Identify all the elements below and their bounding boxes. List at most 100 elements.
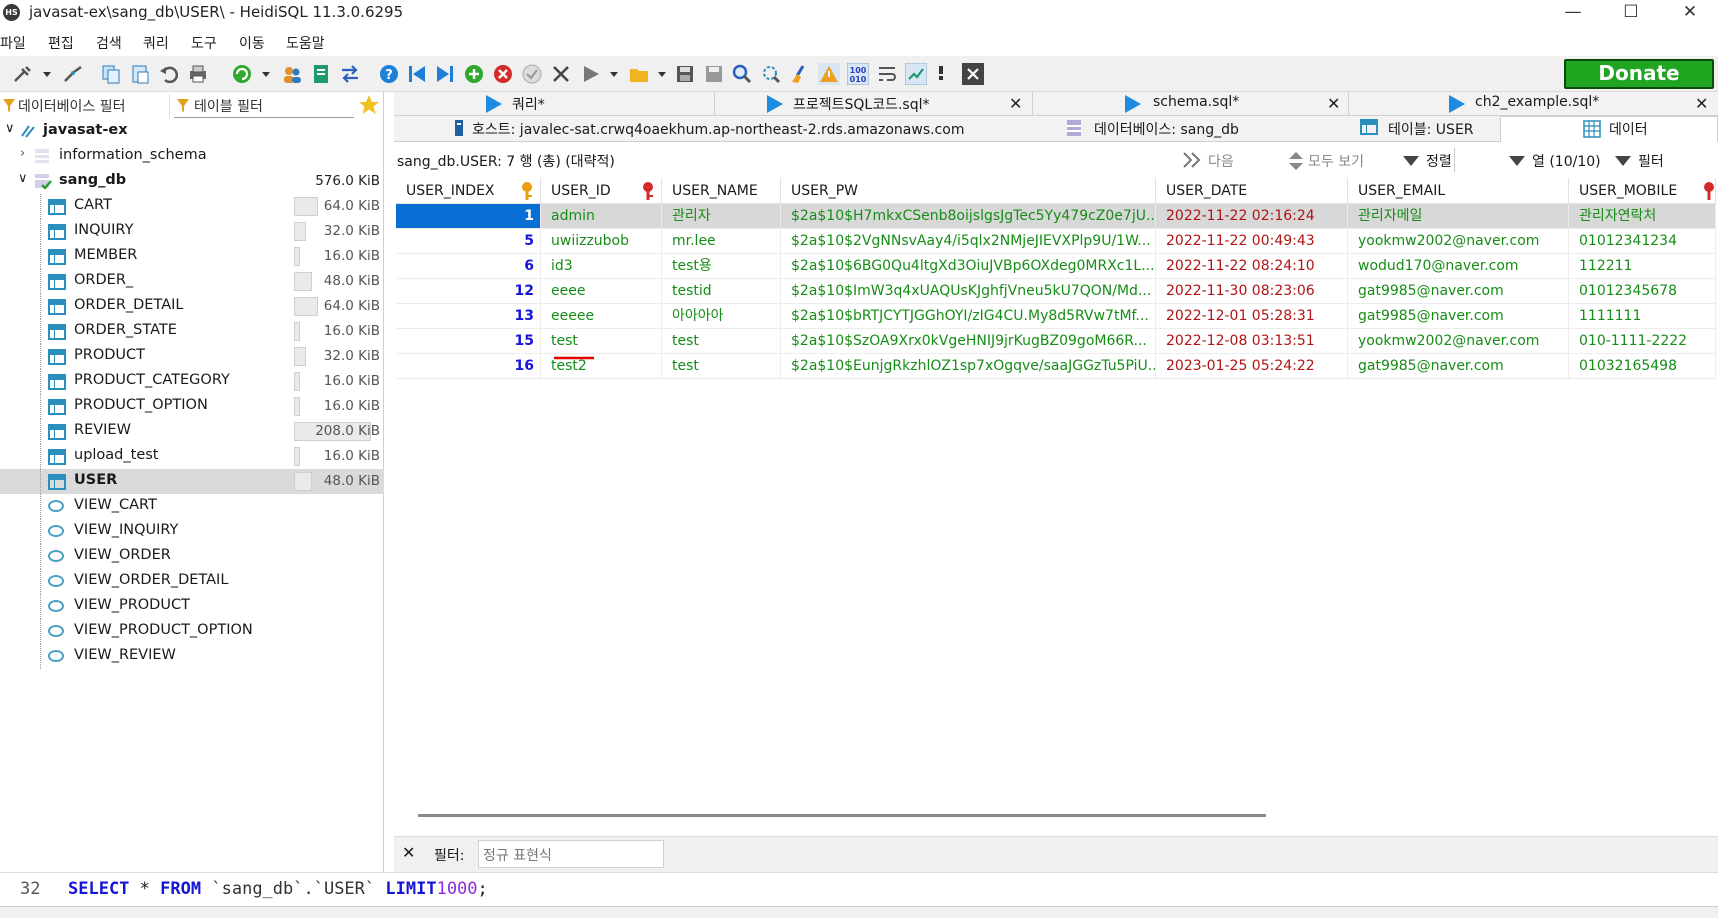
- close-tab-icon[interactable]: ✕: [1009, 94, 1022, 113]
- comment-icon[interactable]: [934, 63, 948, 85]
- cell-user-index[interactable]: 6: [396, 254, 541, 279]
- cell-user-date[interactable]: 2022-12-08 03:13:51: [1156, 329, 1348, 354]
- tree-item-product[interactable]: PRODUCT 32.0 KiB: [0, 344, 384, 369]
- cell-user-name[interactable]: 아아아아: [662, 304, 781, 329]
- cell-user-name[interactable]: testid: [662, 279, 781, 304]
- cell-user-date[interactable]: 2022-11-22 02:16:24: [1156, 204, 1348, 229]
- tree-item-member[interactable]: MEMBER 16.0 KiB: [0, 244, 384, 269]
- cell-user-index[interactable]: 5: [396, 229, 541, 254]
- cell-user-mobile[interactable]: 01012341234: [1569, 229, 1716, 254]
- minimize-button[interactable]: —: [1545, 0, 1601, 26]
- cell-user-mobile[interactable]: 1111111: [1569, 304, 1716, 329]
- menu-tools[interactable]: 도구: [191, 33, 217, 53]
- menu-goto[interactable]: 이동: [239, 33, 265, 53]
- maximize-button[interactable]: ☐: [1603, 0, 1659, 26]
- table-row[interactable]: 12 eeee testid $2a$10$ImW3q4xUAQUsKJghfjVne…: [396, 279, 1716, 304]
- tree-item-view-order-detail[interactable]: VIEW_ORDER_DETAIL: [0, 569, 384, 594]
- tree-connection-javasat-ex[interactable]: ∨ javasat-ex: [0, 119, 384, 144]
- user-manager-icon[interactable]: [281, 63, 303, 85]
- close-tab-icon[interactable]: ✕: [1327, 94, 1340, 113]
- copy-icon[interactable]: [100, 63, 122, 85]
- dropdown-icon[interactable]: [607, 63, 621, 85]
- last-record-icon[interactable]: [434, 63, 456, 85]
- cell-user-email[interactable]: gat9985@naver.com: [1348, 304, 1569, 329]
- database-filter-input[interactable]: 데이터베이스 필터: [0, 94, 170, 118]
- tab-ch2-example[interactable]: ch2_example.sql* ✕: [1348, 92, 1718, 116]
- cell-user-email[interactable]: gat9985@naver.com: [1348, 354, 1569, 379]
- connect-icon[interactable]: [12, 63, 34, 85]
- tree-database-information-schema[interactable]: › information_schema: [0, 144, 384, 169]
- cell-user-index[interactable]: 15: [396, 329, 541, 354]
- close-filter-icon[interactable]: ✕: [402, 843, 415, 862]
- undo-icon[interactable]: [158, 63, 180, 85]
- tree-item-view-product-option[interactable]: VIEW_PRODUCT_OPTION: [0, 619, 384, 644]
- find-icon[interactable]: [731, 63, 753, 85]
- tree-item-cart[interactable]: CART 64.0 KiB: [0, 194, 384, 219]
- collapse-chevron-icon[interactable]: ∨: [18, 171, 28, 186]
- warning-icon[interactable]: [818, 63, 840, 85]
- print-icon[interactable]: [187, 63, 209, 85]
- cell-user-index[interactable]: 16: [396, 354, 541, 379]
- menu-file[interactable]: 파일: [0, 33, 26, 53]
- cell-user-id[interactable]: uwiizzubob: [541, 229, 662, 254]
- cell-user-mobile[interactable]: 01032165498: [1569, 354, 1716, 379]
- menu-edit[interactable]: 편집: [48, 33, 74, 53]
- column-header-user-index[interactable]: USER_INDEX: [396, 178, 541, 204]
- cell-user-email[interactable]: yookmw2002@naver.com: [1348, 229, 1569, 254]
- cell-user-id[interactable]: admin: [541, 204, 662, 229]
- sync-icon[interactable]: [905, 63, 927, 85]
- horizontal-scrollbar[interactable]: [418, 814, 1266, 817]
- cell-user-name[interactable]: 관리자: [662, 204, 781, 229]
- table-row[interactable]: 15 test test $2a$10$SzOA9Xrx0kVgeHNIJ9jrKug…: [396, 329, 1716, 354]
- cell-user-date[interactable]: 2022-11-30 08:23:06: [1156, 279, 1348, 304]
- save-icon[interactable]: [674, 63, 696, 85]
- table-row[interactable]: 6 id3 test용 $2a$10$6BG0Qu4ltgXd3OiuJVBp6OXd…: [396, 254, 1716, 279]
- transfer-icon[interactable]: [339, 63, 361, 85]
- menu-search[interactable]: 검색: [96, 33, 122, 53]
- disconnect-icon[interactable]: [62, 63, 84, 85]
- tree-item-product-category[interactable]: PRODUCT_CATEGORY 16.0 KiB: [0, 369, 384, 394]
- column-header-user-email[interactable]: USER_EMAIL: [1348, 178, 1569, 204]
- cell-user-pw[interactable]: $2a$10$EunjgRkzhlOZ1sp7xOgqve/saaJGGzTu5…: [781, 354, 1156, 379]
- cell-user-mobile[interactable]: 01012345678: [1569, 279, 1716, 304]
- cell-user-mobile[interactable]: 관리자연락처: [1569, 204, 1716, 229]
- cell-user-index[interactable]: 13: [396, 304, 541, 329]
- cell-user-pw[interactable]: $2a$10$H7mkxCSenb8oijslgsJgTec5Yy479cZ0e…: [781, 204, 1156, 229]
- tree-item-review[interactable]: REVIEW 208.0 KiB: [0, 419, 384, 444]
- tree-database-sang-db[interactable]: ∨ sang_db 576.0 KiB: [0, 169, 384, 194]
- run-icon[interactable]: [580, 63, 602, 85]
- dropdown-icon[interactable]: [259, 63, 273, 85]
- column-header-user-id[interactable]: USER_ID: [541, 178, 662, 204]
- help-icon[interactable]: ?: [378, 63, 400, 85]
- cell-user-pw[interactable]: $2a$10$6BG0Qu4ltgXd3OiuJVBp6OXdeg0MRXc1L…: [781, 254, 1156, 279]
- cell-user-pw[interactable]: $2a$10$bRTJCYTJGGhOYI/zIG4CU.My8d5RVw7tM…: [781, 304, 1156, 329]
- refresh-icon[interactable]: [231, 63, 253, 85]
- tree-item-view-cart[interactable]: VIEW_CART: [0, 494, 384, 519]
- column-header-user-date[interactable]: USER_DATE: [1156, 178, 1348, 204]
- cell-user-date[interactable]: 2022-12-01 05:28:31: [1156, 304, 1348, 329]
- tree-item-view-inquiry[interactable]: VIEW_INQUIRY: [0, 519, 384, 544]
- collapse-chevron-icon[interactable]: ∨: [5, 121, 15, 136]
- tab-schema-sql[interactable]: schema.sql* ✕: [1032, 92, 1348, 116]
- cell-user-name[interactable]: test: [662, 329, 781, 354]
- tab-project-sql[interactable]: 프로젝트SQL코드.sql* ✕: [714, 92, 1032, 116]
- cell-user-pw[interactable]: $2a$10$SzOA9Xrx0kVgeHNIJ9jrKugBZ09goM66R…: [781, 329, 1156, 354]
- tree-item-user[interactable]: USER 48.0 KiB: [0, 469, 384, 494]
- tree-item-view-review[interactable]: VIEW_REVIEW: [0, 644, 384, 669]
- cell-user-email[interactable]: gat9985@naver.com: [1348, 279, 1569, 304]
- cell-user-id[interactable]: test: [541, 329, 662, 354]
- cell-user-id[interactable]: eeeee: [541, 304, 662, 329]
- dropdown-icon[interactable]: [655, 63, 669, 85]
- cell-user-pw[interactable]: $2a$10$ImW3q4xUAQUsKJghfjVneu5kU7QON/Md.…: [781, 279, 1156, 304]
- cell-user-date[interactable]: 2023-01-25 05:24:22: [1156, 354, 1348, 379]
- table-row[interactable]: 1 admin 관리자 $2a$10$H7mkxCSenb8oijslgsJgTec5…: [396, 204, 1716, 229]
- tree-item-view-order[interactable]: VIEW_ORDER: [0, 544, 384, 569]
- tab-query[interactable]: 쿼리*: [394, 92, 714, 116]
- cell-user-pw[interactable]: $2a$10$2VgNNsvAay4/i5qlx2NMjeJIEVXPlp9U/…: [781, 229, 1156, 254]
- post-icon[interactable]: [521, 63, 543, 85]
- export-icon[interactable]: [310, 63, 332, 85]
- expand-chevron-icon[interactable]: ›: [20, 146, 25, 161]
- cell-user-name[interactable]: test용: [662, 254, 781, 279]
- column-header-user-pw[interactable]: USER_PW: [781, 178, 1156, 204]
- cell-user-email[interactable]: wodud170@naver.com: [1348, 254, 1569, 279]
